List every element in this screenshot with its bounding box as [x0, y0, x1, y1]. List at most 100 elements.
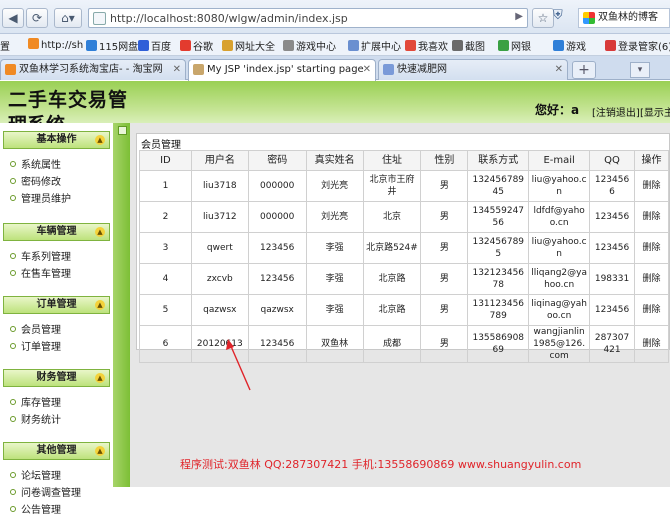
collapse-arrow-icon[interactable]: ▲ [95, 300, 105, 310]
table-cell: 成都 [362, 325, 422, 363]
sidebar-item[interactable]: 问卷调查管理 [10, 484, 81, 499]
bookmark-item[interactable]: 我喜欢 [405, 38, 448, 53]
back-button[interactable]: ◀ [2, 8, 24, 28]
bookmark-item[interactable]: 谷歌 [180, 38, 213, 53]
sidebar-item[interactable]: 公告管理 [10, 501, 61, 516]
bookmark-item[interactable]: 网址大全 [222, 38, 275, 53]
table-cell: liu@yahoo.cn [528, 232, 591, 264]
bookmark-item[interactable]: 登录管家(6) [605, 38, 670, 53]
bookmark-item[interactable]: 置 [0, 38, 10, 53]
column-header: 性别 [420, 150, 469, 171]
collapse-arrow-icon[interactable]: ▲ [95, 227, 105, 237]
sidebar-group-header[interactable]: 财务管理 ▲ [3, 369, 110, 387]
table-cell: 双鱼林 [305, 325, 364, 363]
column-header: 住址 [362, 150, 422, 171]
shield-icon[interactable]: ⛨ [553, 8, 571, 27]
tab-favicon-icon [383, 64, 394, 75]
bookmark-icon [180, 40, 191, 51]
tab-label: 双鱼林学习系统淘宝店- - 淘宝网 [19, 64, 163, 75]
bookmark-label: 我喜欢 [418, 42, 448, 53]
collapse-arrow-icon[interactable]: ▲ [95, 135, 105, 145]
collapse-arrow-icon[interactable]: ▲ [95, 373, 105, 383]
bookmark-icon [28, 38, 39, 49]
sidebar-group-header[interactable]: 订单管理 ▲ [3, 296, 110, 314]
delete-link[interactable]: 删除 [633, 170, 670, 202]
tab-list-icon[interactable]: ▾ [630, 62, 650, 78]
table-cell: 123456 [247, 263, 307, 295]
bookmark-item[interactable]: 游戏 [553, 38, 586, 53]
table-cell: liqinag@yahoo.cn [528, 294, 591, 326]
tab-close-icon[interactable]: ✕ [173, 60, 181, 79]
sidebar-group-title: 基本操作 [36, 134, 77, 145]
column-header: 真实姓名 [305, 150, 364, 171]
bookmark-icon [553, 40, 564, 51]
browser-tab[interactable]: 双鱼林学习系统淘宝店- - 淘宝网 ✕ [0, 59, 186, 80]
address-bar[interactable]: http://localhost:8080/wlgw/admin/index.j… [88, 8, 528, 28]
sidebar-group-header[interactable]: 车辆管理 ▲ [3, 223, 110, 241]
browser-nav-bar: ◀ ⟳ ⌂▾ http://localhost:8080/wlgw/admin/… [0, 0, 670, 34]
sidebar-group-header[interactable]: 基本操作 ▲ [3, 131, 110, 149]
sidebar-item[interactable]: 系统属性 [10, 156, 61, 171]
new-tab-button[interactable]: + [572, 61, 596, 79]
sidebar-item[interactable]: 财务统计 [10, 411, 61, 426]
tab-close-icon[interactable]: ✕ [363, 60, 371, 79]
table-cell: 131123456789 [467, 294, 530, 326]
bookmark-icon [222, 40, 233, 51]
sidebar-item[interactable]: 论坛管理 [10, 467, 61, 482]
table-cell: 男 [420, 325, 469, 363]
sidebar-item[interactable]: 在售车管理 [10, 265, 71, 280]
table-cell: 男 [420, 263, 469, 295]
sidebar-item[interactable]: 会员管理 [10, 321, 61, 336]
delete-link[interactable]: 删除 [633, 294, 670, 326]
sidebar-item[interactable]: 库存管理 [10, 394, 61, 409]
table-cell: 13212345678 [467, 263, 530, 295]
bookmark-icon [405, 40, 416, 51]
bookmark-icon [498, 40, 509, 51]
delete-link[interactable]: 删除 [633, 263, 670, 295]
bookmark-label: 谷歌 [193, 42, 213, 53]
logout-link[interactable]: [注销退出] [592, 104, 640, 119]
profile-logo-icon [583, 12, 595, 24]
bookmark-icon [138, 40, 149, 51]
tab-close-icon[interactable]: ✕ [555, 60, 563, 79]
bookmark-item[interactable]: 115网盘 [86, 38, 138, 53]
bookmark-item[interactable]: 游戏中心 [283, 38, 336, 53]
sidebar-item[interactable]: 车系列管理 [10, 248, 71, 263]
bookmark-item[interactable]: 扩展中心 [348, 38, 401, 53]
table-cell: 北京路 [362, 294, 422, 326]
bookmark-item[interactable]: http://sh [28, 38, 83, 51]
table-cell: liu@yahoo.cn [528, 170, 591, 202]
star-icon[interactable]: ☆ [532, 8, 554, 28]
collapse-arrow-icon[interactable]: ▲ [95, 446, 105, 456]
table-cell: 5 [139, 294, 192, 326]
sidebar-item[interactable]: 订单管理 [10, 338, 61, 353]
member-table: ID 用户名 密码 真实姓名 住址 性别 联系方式 E-mail QQ 操作 1 liu3718 00… [139, 150, 670, 363]
bookmark-label: 游戏 [566, 42, 586, 53]
table-cell: 男 [420, 201, 469, 233]
table-cell: 13245678945 [467, 170, 530, 202]
sidebar-item[interactable]: 管理员维护 [10, 190, 71, 205]
bookmark-item[interactable]: 百度 [138, 38, 171, 53]
table-cell: wangjianlin1985@126.com [528, 325, 591, 363]
collapse-sidebar-button[interactable] [118, 126, 127, 135]
delete-link[interactable]: 删除 [633, 201, 670, 233]
browser-tab[interactable]: My JSP 'index.jsp' starting page ✕ [188, 59, 376, 81]
go-arrow-icon[interactable]: ▶ [515, 11, 523, 22]
sidebar-group-header[interactable]: 其他管理 ▲ [3, 442, 110, 460]
member-panel: 会员管理 ID 用户名 密码 真实姓名 住址 性别 联系方式 E-mail QQ 操作 1 liu3… [136, 133, 670, 363]
delete-link[interactable]: 删除 [633, 232, 670, 264]
delete-link[interactable]: 删除 [633, 325, 670, 363]
sidebar-item[interactable]: 密码修改 [10, 173, 61, 188]
home-button[interactable]: ⌂▾ [54, 8, 82, 28]
table-cell: qazwsx [190, 294, 249, 326]
column-header: E-mail [528, 150, 591, 171]
browser-tab[interactable]: 快速减肥网 ✕ [378, 59, 568, 80]
bookmark-item[interactable]: 截图 [452, 38, 485, 53]
profile-button[interactable]: 双鱼林的博客 [578, 8, 670, 28]
show-main-link[interactable]: [显示主 [640, 104, 670, 119]
refresh-button[interactable]: ⟳ [26, 8, 48, 28]
tabs-bar: + ▾ 双鱼林学习系统淘宝店- - 淘宝网 ✕ My JSP 'index.jsp'… [0, 56, 670, 81]
tab-favicon-icon [193, 64, 204, 75]
table-cell: 13558690869 [467, 325, 530, 363]
bookmark-item[interactable]: 网银 [498, 38, 531, 53]
